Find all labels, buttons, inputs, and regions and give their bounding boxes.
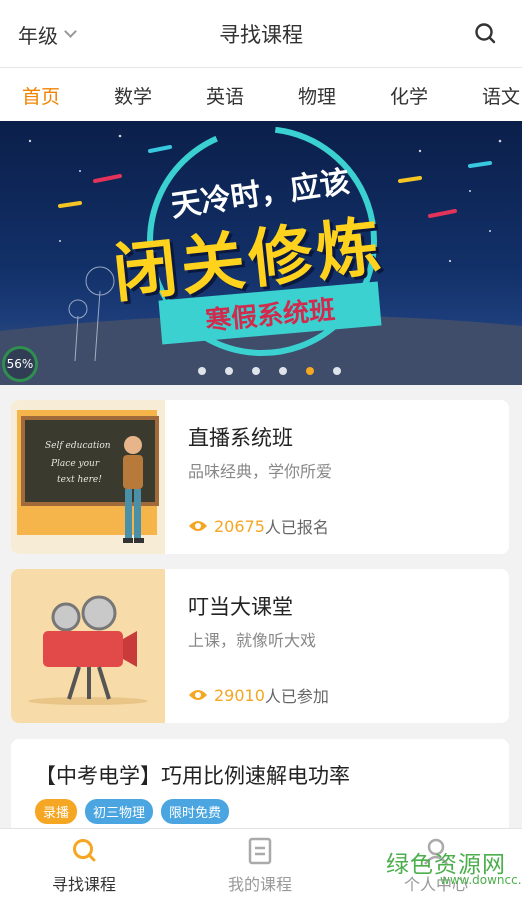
tab-english[interactable]: 英语	[206, 82, 244, 109]
tag-free: 限时免费	[161, 799, 230, 824]
pagination-dot-active[interactable]	[306, 367, 314, 375]
enrolled-count: 20675	[214, 516, 265, 536]
card-title: 直播系统班	[188, 426, 293, 450]
top-header: 年级 寻找课程	[0, 0, 522, 68]
eye-icon	[189, 521, 207, 531]
tab-home[interactable]: 首页	[22, 82, 60, 109]
pagination-dot[interactable]	[252, 367, 260, 375]
search-icon	[73, 839, 96, 862]
participant-suffix: 人已参加	[264, 687, 329, 706]
course-list-item[interactable]: 【中考电学】巧用比例速解电功率 录播 初三物理 限时免费	[11, 739, 509, 839]
promo-banner[interactable]: 天冷时，应该 闭关修炼 寒假系统班	[0, 121, 522, 385]
document-icon	[248, 837, 272, 865]
enrolled-suffix: 人已报名	[264, 518, 329, 537]
participant-count: 29010	[214, 685, 265, 705]
pagination-dot[interactable]	[225, 367, 233, 375]
board-text-2: Place your	[50, 459, 100, 469]
nav-find-courses[interactable]: 寻找课程	[29, 837, 139, 895]
card-subtitle: 品味经典，学你所爱	[188, 462, 333, 481]
tag-grade: 初三物理	[85, 799, 154, 824]
banner-pagination	[198, 367, 341, 375]
tab-math[interactable]: 数学	[114, 82, 152, 109]
board-text-1: Self education	[45, 441, 111, 451]
card-subtitle: 上课，就像听大戏	[188, 631, 317, 650]
pagination-dot[interactable]	[333, 367, 341, 375]
tab-physics[interactable]: 物理	[298, 82, 336, 109]
subject-tabs: 首页 数学 英语 物理 化学 语文	[0, 68, 522, 121]
nav-label: 我的课程	[227, 875, 292, 894]
card-count: 20675 人已报名	[188, 514, 329, 538]
course-title: 【中考电学】巧用比例速解电功率	[35, 764, 350, 788]
card-count: 29010 人已参加	[188, 683, 329, 707]
nav-label: 寻找课程	[51, 875, 116, 894]
progress-badge: 56%	[2, 346, 38, 382]
watermark-url: www.downcc.com	[440, 873, 522, 887]
big-class-card[interactable]: 叮当大课堂 上课，就像听大戏 29010 人已参加	[11, 569, 509, 723]
live-class-card[interactable]: Self education Place your text here! 直播系…	[11, 400, 509, 554]
search-icon[interactable]	[474, 22, 496, 44]
tag-recorded: 录播	[35, 799, 78, 824]
course-tags: 录播 初三物理 限时免费	[35, 799, 230, 824]
nav-my-courses[interactable]: 我的课程	[205, 837, 315, 895]
teacher-blackboard-illustration: Self education Place your text here!	[11, 400, 165, 554]
tab-chinese[interactable]: 语文	[482, 82, 520, 109]
page-title: 寻找课程	[219, 23, 303, 47]
pagination-dot[interactable]	[279, 367, 287, 375]
tab-chemistry[interactable]: 化学	[390, 82, 428, 109]
pagination-dot[interactable]	[198, 367, 206, 375]
board-text-3: text here!	[57, 475, 102, 485]
card-title: 叮当大课堂	[188, 595, 293, 619]
banner-ribbon-text: 寒假系统班	[204, 294, 337, 337]
film-projector-illustration	[11, 569, 165, 723]
eye-icon	[189, 690, 207, 700]
